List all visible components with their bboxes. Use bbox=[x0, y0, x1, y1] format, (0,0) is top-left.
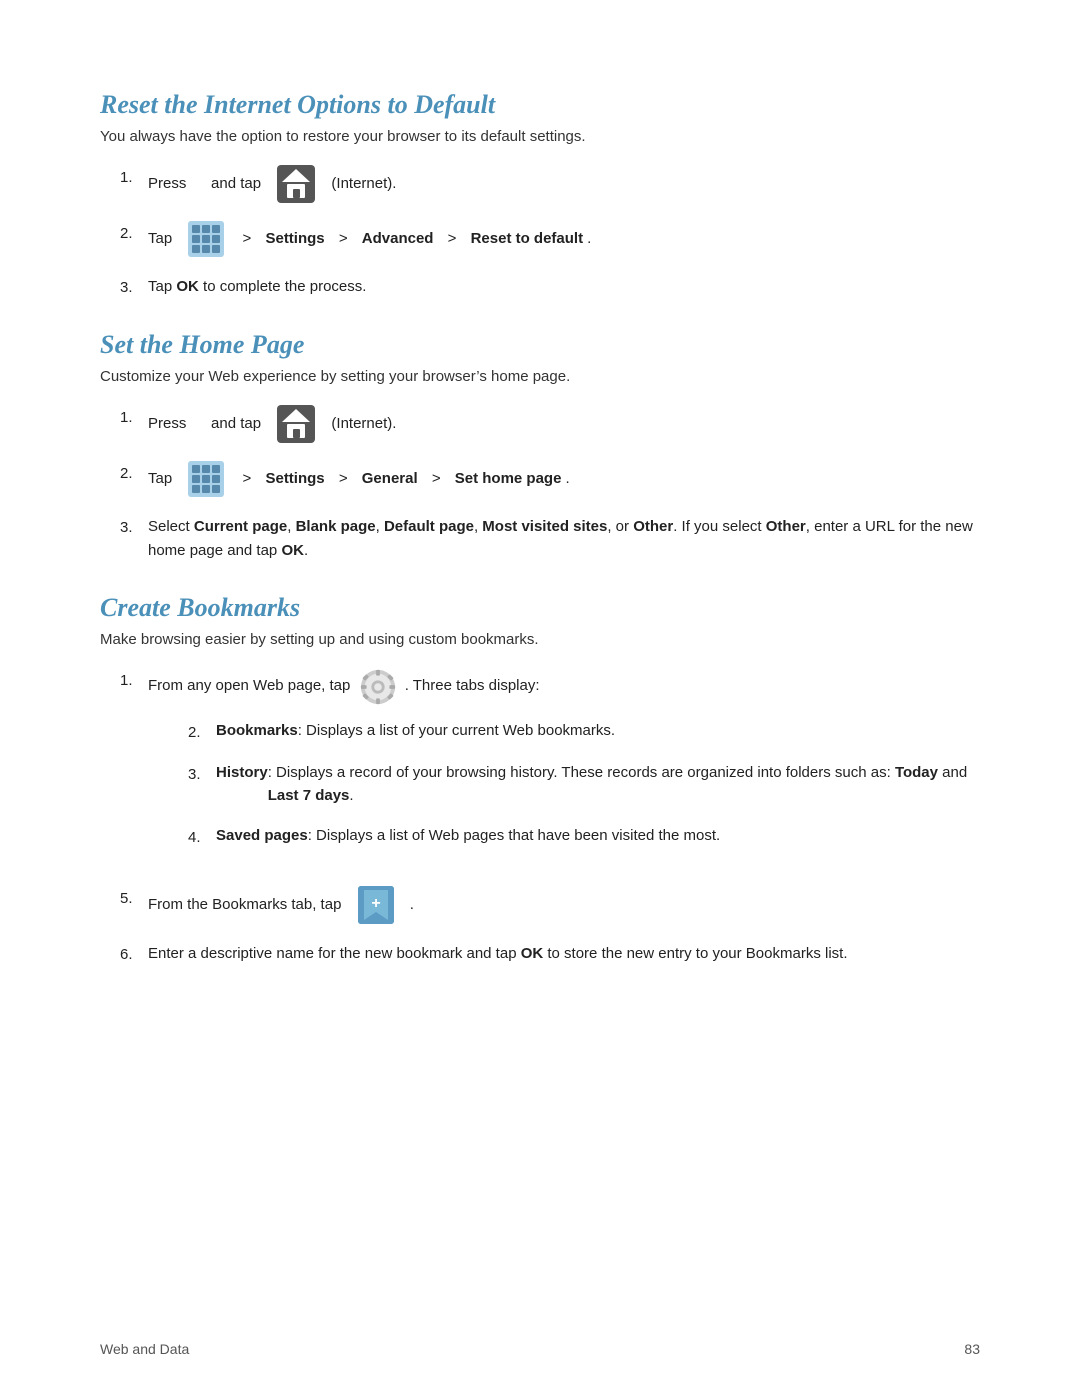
step-reset-1: Press and tap (Internet). bbox=[120, 165, 980, 203]
tabs-sublist: Bookmarks: Displays a list of your curre… bbox=[148, 720, 980, 850]
grid-icon-2 bbox=[188, 461, 224, 497]
step-reset-1-content: Press and tap (Internet). bbox=[148, 165, 396, 203]
period-after-bookmark: . bbox=[410, 893, 414, 917]
step-home-2-content: Tap bbox=[148, 461, 570, 497]
section-reset-internet: Reset the Internet Options to Default Yo… bbox=[100, 90, 980, 300]
step-home-1-content: Press and tap (Internet). bbox=[148, 405, 396, 443]
section-title-reset: Reset the Internet Options to Default bbox=[100, 90, 980, 120]
step-reset-3-content: Tap OK to complete the process. bbox=[148, 275, 366, 299]
step-home-1: Press and tap (Internet). bbox=[120, 405, 980, 443]
and-tap-label-2: and tap bbox=[211, 412, 261, 436]
tap-ok-label: Tap OK to complete the process. bbox=[148, 275, 366, 299]
step-bookmarks-3: Enter a descriptive name for the new boo… bbox=[120, 942, 980, 967]
bookmarks-tab-text: : Displays a list of your current Web bo… bbox=[298, 720, 615, 743]
bookmarks-tab-item: Bookmarks: Displays a list of your curre… bbox=[188, 720, 980, 745]
and-tap-label-1: and tap bbox=[211, 172, 261, 196]
page-footer: Web and Data 83 bbox=[100, 1341, 980, 1357]
bookmark-add-icon: + bbox=[358, 886, 394, 924]
step-bookmarks-1-content: From any open Web page, tap bbox=[148, 668, 980, 868]
settings-label-2: Settings bbox=[265, 467, 324, 491]
step-home-2: Tap bbox=[120, 461, 980, 497]
section-subtitle-bookmarks: Make browsing easier by setting up and u… bbox=[100, 631, 980, 648]
home-icon-1 bbox=[277, 165, 315, 203]
step-bookmarks-2: From the Bookmarks tab, tap + . bbox=[120, 886, 980, 924]
saved-pages-tab-text: : Displays a list of Web pages that have… bbox=[308, 825, 720, 848]
section-title-home: Set the Home Page bbox=[100, 330, 980, 360]
bookmark-add-svg: + bbox=[358, 886, 394, 924]
step-home-3: Select Current page, Blank page, Default… bbox=[120, 515, 980, 563]
advanced-label-1: Advanced bbox=[362, 227, 434, 251]
from-bookmarks-tab-label: From the Bookmarks tab, tap bbox=[148, 893, 341, 917]
from-any-page-label: From any open Web page, tap bbox=[148, 675, 350, 698]
steps-list-home: Press and tap (Internet). Tap bbox=[100, 405, 980, 563]
page-content: Reset the Internet Options to Default Yo… bbox=[0, 0, 1080, 1066]
grid-dots-2 bbox=[192, 465, 220, 493]
footer-left: Web and Data bbox=[100, 1341, 189, 1357]
steps-list-bookmarks: From any open Web page, tap bbox=[100, 668, 980, 967]
tap-label-2: Tap bbox=[148, 467, 172, 491]
internet-label-1: (Internet). bbox=[331, 172, 396, 196]
step-home-3-content: Select Current page, Blank page, Default… bbox=[148, 515, 980, 563]
press-label-2: Press bbox=[148, 412, 186, 436]
general-label: General bbox=[362, 467, 418, 491]
history-tab-text: : Displays a record of your browsing his… bbox=[268, 762, 980, 807]
step-bookmarks-2-content: From the Bookmarks tab, tap + . bbox=[148, 886, 414, 924]
step-reset-3: Tap OK to complete the process. bbox=[120, 275, 980, 300]
home-door-2 bbox=[293, 429, 300, 438]
step-bookmarks-3-content: Enter a descriptive name for the new boo… bbox=[148, 942, 848, 966]
step-reset-2-content: Tap bbox=[148, 221, 591, 257]
step-bookmarks-1-inner: From any open Web page, tap bbox=[148, 668, 980, 706]
press-label-1: Press bbox=[148, 172, 186, 196]
bookmarks-tab-label: Bookmarks bbox=[216, 720, 298, 743]
enter-name-text: Enter a descriptive name for the new boo… bbox=[148, 942, 848, 966]
section-set-home: Set the Home Page Customize your Web exp… bbox=[100, 330, 980, 563]
home-icon-2 bbox=[277, 405, 315, 443]
set-home-page-label: Set home page bbox=[455, 467, 562, 491]
section-title-bookmarks: Create Bookmarks bbox=[100, 593, 980, 623]
internet-label-2: (Internet). bbox=[331, 412, 396, 436]
grid-icon-1 bbox=[188, 221, 224, 257]
three-tabs-label: . Three tabs display: bbox=[405, 675, 540, 698]
step-reset-2: Tap bbox=[120, 221, 980, 257]
saved-pages-tab-item: Saved pages: Displays a list of Web page… bbox=[188, 825, 980, 850]
history-tab-label: History bbox=[216, 762, 268, 785]
history-tab-item: History: Displays a record of your brows… bbox=[188, 762, 980, 807]
svg-text:+: + bbox=[371, 895, 380, 912]
section-subtitle-reset: You always have the option to restore yo… bbox=[100, 128, 980, 145]
section-subtitle-home: Customize your Web experience by setting… bbox=[100, 368, 980, 385]
gear-icon bbox=[359, 668, 397, 706]
section-create-bookmarks: Create Bookmarks Make browsing easier by… bbox=[100, 593, 980, 967]
gear-center bbox=[374, 683, 382, 691]
reset-default-label: Reset to default bbox=[471, 227, 584, 251]
footer-right: 83 bbox=[964, 1341, 980, 1357]
home-door-1 bbox=[293, 189, 300, 198]
step-bookmarks-1: From any open Web page, tap bbox=[120, 668, 980, 868]
gear-svg bbox=[359, 668, 397, 706]
steps-list-reset: Press and tap (Internet). Tap bbox=[100, 165, 980, 300]
tap-label-1: Tap bbox=[148, 227, 172, 251]
select-options-text: Select Current page, Blank page, Default… bbox=[148, 515, 980, 563]
settings-label-1: Settings bbox=[265, 227, 324, 251]
grid-dots-1 bbox=[192, 225, 220, 253]
saved-pages-tab-label: Saved pages bbox=[216, 825, 308, 848]
